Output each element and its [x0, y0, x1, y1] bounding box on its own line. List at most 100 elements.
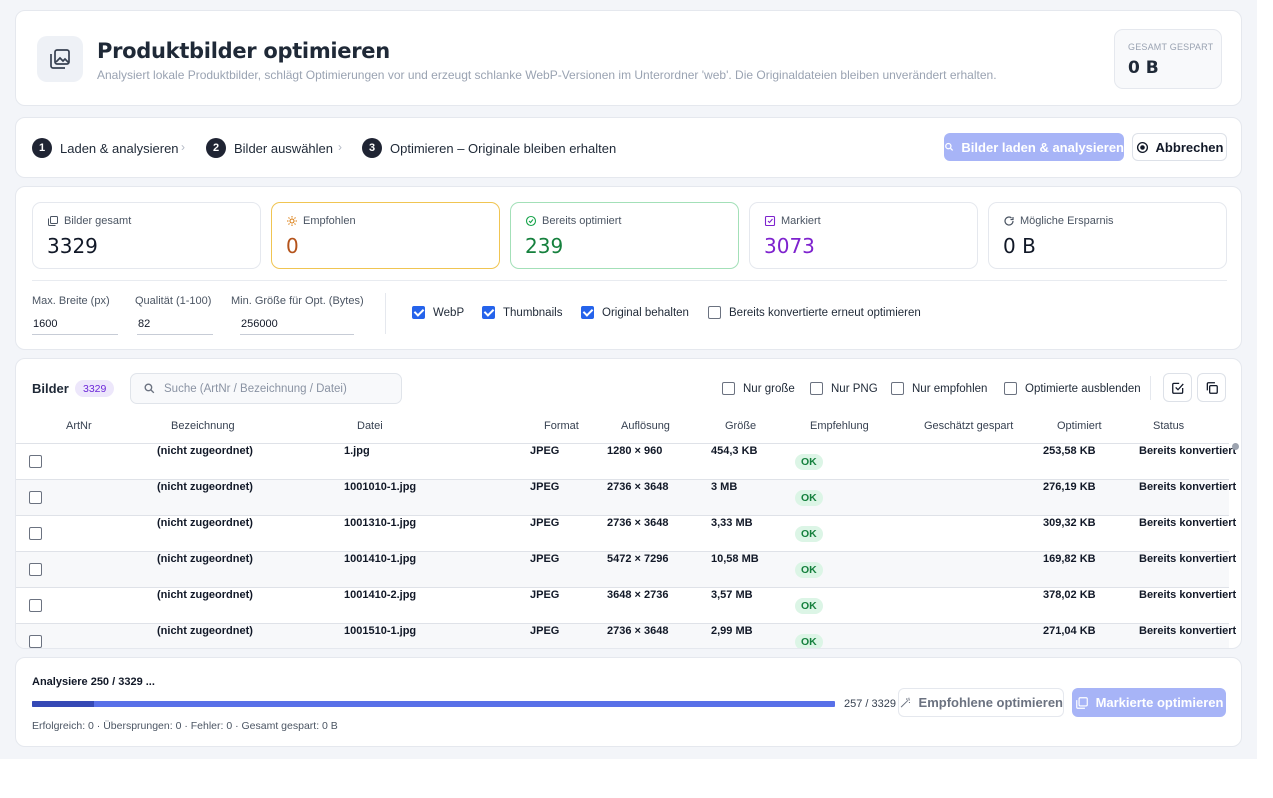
- table-title: Bilder: [32, 381, 69, 396]
- keep-original-checkbox[interactable]: Original behalten: [581, 306, 689, 319]
- filter-png-only[interactable]: Nur PNG: [810, 382, 878, 395]
- cell-optimized: 271,04 KB: [1043, 625, 1096, 637]
- header-card: Produktbilder optimieren Analysiert loka…: [15, 10, 1242, 106]
- cell-name: (nicht zugeordnet): [157, 589, 253, 601]
- vertical-separator: [385, 293, 386, 334]
- checkbox-unchecked[interactable]: [810, 382, 823, 395]
- images-icon: [48, 216, 58, 226]
- stat-value: 3073: [764, 234, 815, 258]
- col-header-groesse[interactable]: Größe: [725, 420, 756, 432]
- filter-hide-optimized[interactable]: Optimierte ausblenden: [1004, 382, 1141, 395]
- webp-checkbox[interactable]: WebP: [412, 306, 464, 319]
- cell-file: 1001510-1.jpg: [344, 625, 417, 637]
- copy-button[interactable]: [1197, 373, 1226, 402]
- cell-name: (nicht zugeordnet): [157, 481, 253, 493]
- row-checkbox[interactable]: [29, 527, 42, 540]
- optimize-marked-label: Markierte optimieren: [1095, 695, 1224, 710]
- col-header-bezeichnung[interactable]: Bezeichnung: [171, 420, 235, 432]
- search-box[interactable]: [130, 373, 402, 404]
- toolbar-separator: [1150, 376, 1151, 400]
- progress-count: 257 / 3329: [844, 698, 896, 710]
- min-size-input[interactable]: [240, 314, 354, 335]
- col-header-optimiert[interactable]: Optimiert: [1057, 420, 1102, 432]
- stat-possible-savings: Mögliche Ersparnis 0 B: [988, 202, 1227, 269]
- reoptimize-checkbox[interactable]: Bereits konvertierte erneut optimieren: [708, 306, 921, 319]
- cell-resolution: 2736 × 3648: [607, 481, 669, 493]
- stat-label: Empfohlen: [303, 215, 356, 227]
- chevron-right-icon: ›: [338, 140, 342, 154]
- check-circle-icon: [525, 215, 537, 227]
- stat-value: 0 B: [1003, 234, 1036, 258]
- cell-size: 10,58 MB: [711, 553, 759, 565]
- optimize-recommended-button[interactable]: Empfohlene optimieren: [898, 688, 1064, 717]
- webp-label: WebP: [433, 306, 465, 319]
- checkbox-unchecked[interactable]: [1004, 382, 1017, 395]
- filter-label: Nur PNG: [831, 382, 878, 395]
- table-row[interactable]: (nicht zugeordnet) 1001410-1.jpg JPEG 5472 …: [16, 551, 1236, 587]
- stat-value: 3329: [47, 234, 98, 258]
- reoptimize-label: Bereits konvertierte erneut optimieren: [729, 306, 921, 319]
- row-checkbox[interactable]: [29, 491, 42, 504]
- step-number: 2: [206, 138, 226, 158]
- col-header-artnr[interactable]: ArtNr: [66, 420, 92, 432]
- recommendation-badge: OK: [795, 562, 823, 578]
- cell-format: JPEG: [530, 589, 560, 601]
- recommendation-badge: OK: [795, 634, 823, 648]
- search-input[interactable]: [164, 382, 394, 395]
- col-header-geschaetzt[interactable]: Geschätzt gespart: [924, 420, 1013, 432]
- row-checkbox[interactable]: [29, 599, 42, 612]
- col-header-datei[interactable]: Datei: [357, 420, 383, 432]
- cell-status: Bereits konvertiert: [1139, 553, 1237, 565]
- table-row[interactable]: (nicht zugeordnet) 1001310-1.jpg JPEG 2736 …: [16, 515, 1236, 551]
- stat-total-images: Bilder gesamt 3329: [32, 202, 261, 269]
- optimize-marked-button[interactable]: Markierte optimieren: [1072, 688, 1226, 717]
- checkbox-unchecked[interactable]: [891, 382, 904, 395]
- check-square-icon: [1171, 382, 1184, 394]
- row-checkbox[interactable]: [29, 455, 42, 468]
- thumbnails-checkbox[interactable]: Thumbnails: [482, 306, 562, 319]
- cancel-button[interactable]: Abbrechen: [1132, 133, 1227, 161]
- filter-large-only[interactable]: Nur große: [722, 382, 795, 395]
- col-header-format[interactable]: Format: [544, 420, 579, 432]
- cell-resolution: 2736 × 3648: [607, 625, 669, 637]
- max-width-input[interactable]: [32, 314, 118, 335]
- stat-marked: Markiert 3073: [749, 202, 978, 269]
- checkbox-checked[interactable]: [581, 306, 594, 319]
- load-analyze-button[interactable]: Bilder laden & analysieren: [944, 133, 1124, 161]
- cell-file: 1.jpg: [344, 445, 370, 457]
- cell-size: 454,3 KB: [711, 445, 758, 457]
- step-number: 3: [362, 138, 382, 158]
- scrollbar-thumb[interactable]: [1232, 443, 1239, 450]
- stat-label: Markiert: [781, 215, 821, 227]
- table-row[interactable]: (nicht zugeordnet) 1001010-1.jpg JPEG 2736 …: [16, 479, 1236, 515]
- col-header-aufloesung[interactable]: Auflösung: [621, 420, 670, 432]
- app-root: Produktbilder optimieren Analysiert loka…: [0, 0, 1257, 759]
- stat-label: Bereits optimiert: [542, 215, 622, 227]
- stat-recommended: Empfohlen 0: [271, 202, 500, 269]
- checkbox-checked[interactable]: [482, 306, 495, 319]
- page-subtitle: Analysiert lokale Produktbilder, schlägt…: [97, 68, 997, 82]
- select-all-button[interactable]: [1163, 373, 1192, 402]
- checkbox-unchecked[interactable]: [722, 382, 735, 395]
- table-row[interactable]: (nicht zugeordnet) 1001410-2.jpg JPEG 3648 …: [16, 587, 1236, 623]
- quality-label: Qualität (1-100): [135, 295, 212, 307]
- progress-fill: [32, 701, 94, 707]
- progress-bar: [32, 701, 835, 707]
- total-saved-value: 0 B: [1128, 58, 1159, 78]
- col-header-empfehlung[interactable]: Empfehlung: [810, 420, 869, 432]
- cell-resolution: 2736 × 3648: [607, 517, 669, 529]
- checkbox-unchecked[interactable]: [708, 306, 721, 319]
- filter-recommended-only[interactable]: Nur empfohlen: [891, 382, 987, 395]
- thumbnails-label: Thumbnails: [503, 306, 563, 319]
- col-header-status[interactable]: Status: [1153, 420, 1184, 432]
- row-checkbox[interactable]: [29, 635, 42, 648]
- table-row[interactable]: (nicht zugeordnet) 1.jpg JPEG 1280 × 960 454…: [16, 443, 1236, 479]
- step-number: 1: [32, 138, 52, 158]
- row-checkbox[interactable]: [29, 563, 42, 576]
- cell-size: 3,33 MB: [711, 517, 753, 529]
- cell-file: 1001410-2.jpg: [344, 589, 417, 601]
- cell-size: 3,57 MB: [711, 589, 753, 601]
- table-row[interactable]: (nicht zugeordnet) 1001510-1.jpg JPEG 2736 …: [16, 623, 1236, 648]
- checkbox-checked[interactable]: [412, 306, 425, 319]
- quality-input[interactable]: [137, 314, 213, 335]
